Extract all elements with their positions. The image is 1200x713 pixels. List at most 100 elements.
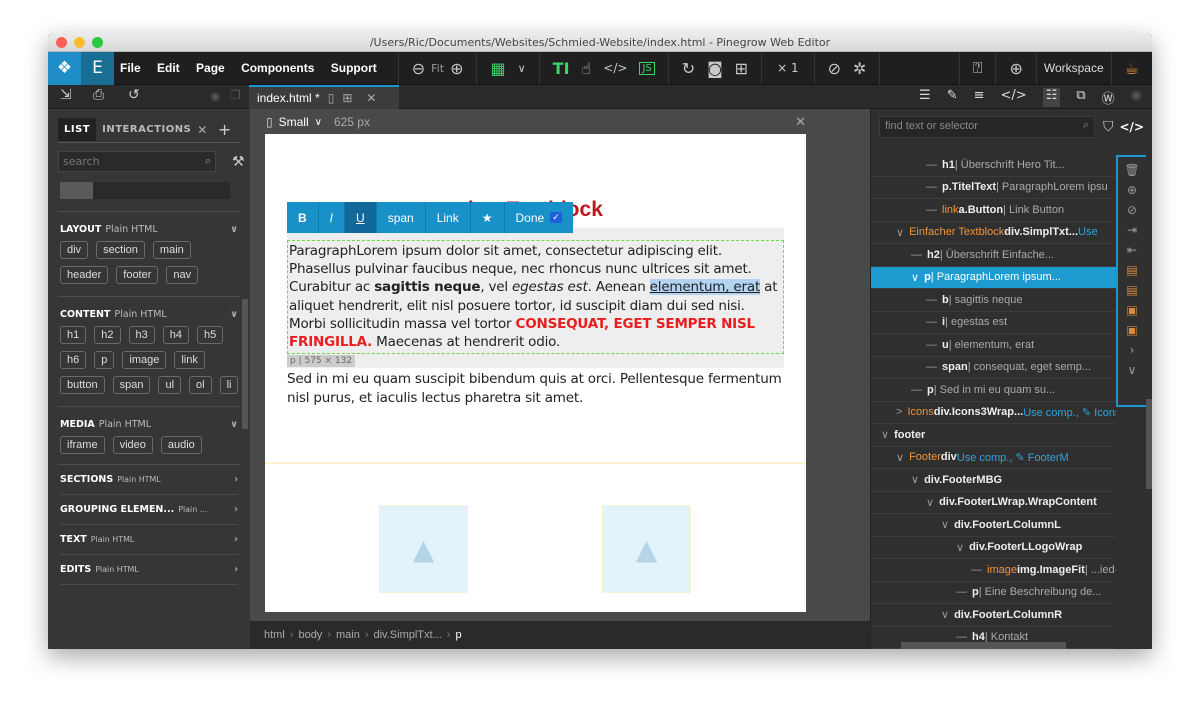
- tree-node[interactable]: ∨ div.FooterLColumnL: [871, 514, 1116, 537]
- print-icon[interactable]: ⎙: [93, 87, 104, 103]
- coffee-cup-icon[interactable]: ☕: [1125, 59, 1139, 78]
- underline-button[interactable]: U: [345, 202, 377, 233]
- detach-icon[interactable]: ❐: [230, 88, 241, 102]
- move-right-icon[interactable]: ⇥: [1127, 223, 1137, 237]
- section-layout-header[interactable]: LAYOUT Plain HTML ∨: [60, 224, 238, 235]
- element-chip-h5[interactable]: h5: [197, 326, 224, 344]
- zoom-in-icon[interactable]: ⊕: [450, 59, 463, 78]
- breadcrumb-item[interactable]: body: [298, 629, 322, 641]
- tree-node[interactable]: ∨ footer: [871, 424, 1116, 447]
- tree-node[interactable]: ∨ div.FooterLWrap.WrapContent: [871, 492, 1116, 514]
- library-selector[interactable]: [60, 182, 230, 199]
- style-brush-icon[interactable]: ✎: [947, 88, 958, 107]
- preview-icon[interactable]: ◙: [707, 59, 723, 78]
- tree-node[interactable]: — p | Eine Beschreibung de...: [871, 582, 1116, 604]
- italic-text[interactable]: egestas est: [512, 279, 588, 295]
- tree-toggle-icon[interactable]: —: [926, 159, 937, 171]
- hide-icon[interactable]: ⊘: [828, 59, 841, 78]
- tree-toggle-icon[interactable]: >: [896, 406, 902, 418]
- tree-toggle-icon[interactable]: —: [926, 316, 937, 328]
- tree-toggle-icon[interactable]: —: [971, 564, 982, 576]
- tools-icon[interactable]: ⚒: [232, 154, 245, 170]
- move-left-icon[interactable]: ⇤: [1127, 243, 1137, 257]
- element-chip-main[interactable]: main: [152, 241, 191, 259]
- properties-icon[interactable]: ☰: [919, 88, 931, 107]
- append-icon[interactable]: ▣: [1126, 323, 1137, 337]
- tree-node[interactable]: — span | consequat, eget semp...: [871, 357, 1116, 379]
- refresh-icon[interactable]: ↻: [682, 59, 695, 78]
- tree-toggle-icon[interactable]: ∨: [926, 496, 934, 509]
- settings-wheel-icon[interactable]: ✲: [853, 59, 866, 78]
- selected-paragraph[interactable]: ParagraphLorem ipsum dolor sit amet, con…: [287, 240, 784, 354]
- device-icon[interactable]: ▯: [328, 91, 335, 105]
- tree-toggle-icon[interactable]: ∨: [941, 518, 949, 531]
- minimize-window-button[interactable]: [74, 37, 85, 48]
- tree-node[interactable]: —image img.ImageFit | ...ied-Sc: [871, 559, 1116, 582]
- element-chip-h6[interactable]: h6: [60, 351, 87, 369]
- tree-toggle-icon[interactable]: —: [926, 361, 937, 373]
- tree-node[interactable]: — p.TitelText | ParagraphLorem ipsu: [871, 177, 1116, 199]
- chevron-down-icon[interactable]: ∨: [315, 117, 322, 128]
- element-chip-h1[interactable]: h1: [60, 326, 87, 344]
- element-chip-h2[interactable]: h2: [94, 326, 121, 344]
- done-button[interactable]: Done ✓: [505, 202, 573, 233]
- tree-search-input[interactable]: find text or selector ⌕: [879, 116, 1095, 138]
- workspace-button[interactable]: Workspace: [1044, 61, 1104, 75]
- image-placeholder-icon[interactable]: ▲: [379, 505, 468, 593]
- new-page-icon[interactable]: ⊞: [735, 59, 748, 78]
- tree-node[interactable]: ∨ Footer div Use comp., ✎ FooterM: [871, 447, 1116, 469]
- element-chip-span[interactable]: span: [112, 376, 151, 394]
- actions-icon[interactable]: ≡: [974, 88, 985, 107]
- tree-icon[interactable]: ☷: [1042, 88, 1061, 107]
- span-button[interactable]: span: [377, 202, 426, 233]
- multiplier-label[interactable]: × 1: [777, 61, 799, 75]
- tree-toggle-icon[interactable]: —: [911, 249, 922, 261]
- import-icon[interactable]: ⇲: [60, 87, 72, 103]
- eye-icon-right[interactable]: ◉: [1131, 88, 1142, 107]
- element-chip-audio[interactable]: audio: [160, 436, 202, 454]
- tree-node[interactable]: — b | sagittis neque: [871, 289, 1116, 312]
- help-icon[interactable]: ⍰: [973, 58, 983, 78]
- element-chip-h4[interactable]: h4: [162, 326, 189, 344]
- element-chip-ol[interactable]: ol: [189, 376, 212, 394]
- tree-node[interactable]: — u | elementum, erat: [871, 334, 1116, 357]
- zoom-fit-button[interactable]: Fit: [431, 62, 444, 75]
- close-tab-icon[interactable]: ✕: [197, 123, 208, 137]
- breadcrumb-item[interactable]: div.SimplTxt...: [374, 629, 442, 641]
- tree-node[interactable]: ∨ p | ParagraphLorem ipsum...: [871, 266, 1116, 289]
- code-icon[interactable]: </>: [603, 61, 627, 75]
- duplicate-icon[interactable]: ⊕: [1127, 183, 1137, 197]
- hide-element-icon[interactable]: ⊘: [1127, 203, 1137, 217]
- tree-toggle-icon[interactable]: ∨: [896, 226, 904, 239]
- code-view-icon[interactable]: </>: [1001, 88, 1027, 107]
- pinegrow-logo-icon[interactable]: ❖: [48, 51, 81, 85]
- section-content-header[interactable]: CONTENT Plain HTML ∨: [60, 309, 238, 320]
- tree-toggle-icon[interactable]: ∨: [896, 451, 904, 464]
- undo-icon[interactable]: ↺: [128, 87, 140, 103]
- close-window-button[interactable]: [56, 37, 67, 48]
- tree-node[interactable]: — i | egestas est: [871, 312, 1116, 334]
- maximize-window-button[interactable]: [92, 37, 103, 48]
- element-chip-h3[interactable]: h3: [128, 326, 155, 344]
- section-media-header[interactable]: MEDIA Plain HTML ∨: [60, 419, 238, 430]
- paragraph-2[interactable]: Sed in mi eu quam suscipit bibendum quis…: [287, 370, 784, 407]
- text-edit-icon[interactable]: TI: [553, 59, 570, 78]
- tree-toggle-icon[interactable]: —: [926, 294, 937, 306]
- tree-node[interactable]: ∨ div.FooterLColumnR: [871, 604, 1116, 627]
- filter-icon[interactable]: ⛉: [1103, 119, 1114, 135]
- element-chip-p[interactable]: p: [94, 351, 115, 369]
- tree-horizontal-scrollbar[interactable]: [901, 642, 1066, 649]
- menu-components[interactable]: Components: [241, 61, 314, 75]
- tree-toggle-icon[interactable]: ∨: [956, 541, 964, 554]
- code-icon[interactable]: </>: [1120, 120, 1145, 134]
- element-chip-iframe[interactable]: iframe: [60, 436, 105, 454]
- page-preview[interactable]: Überschrift Einfacher Textblock Paragrap…: [265, 134, 806, 612]
- chevron-down-icon[interactable]: ∨: [1128, 363, 1137, 377]
- category-header[interactable]: TEXT Plain HTML ›: [60, 525, 238, 555]
- add-tab-icon[interactable]: +: [218, 120, 232, 139]
- tab-interactions[interactable]: INTERACTIONS: [96, 118, 197, 141]
- element-chip-image[interactable]: image: [122, 351, 167, 369]
- js-icon[interactable]: JS: [639, 61, 655, 75]
- device-icon[interactable]: ▯: [266, 115, 273, 129]
- tree-node[interactable]: ∨ div.FooterMBG: [871, 469, 1116, 492]
